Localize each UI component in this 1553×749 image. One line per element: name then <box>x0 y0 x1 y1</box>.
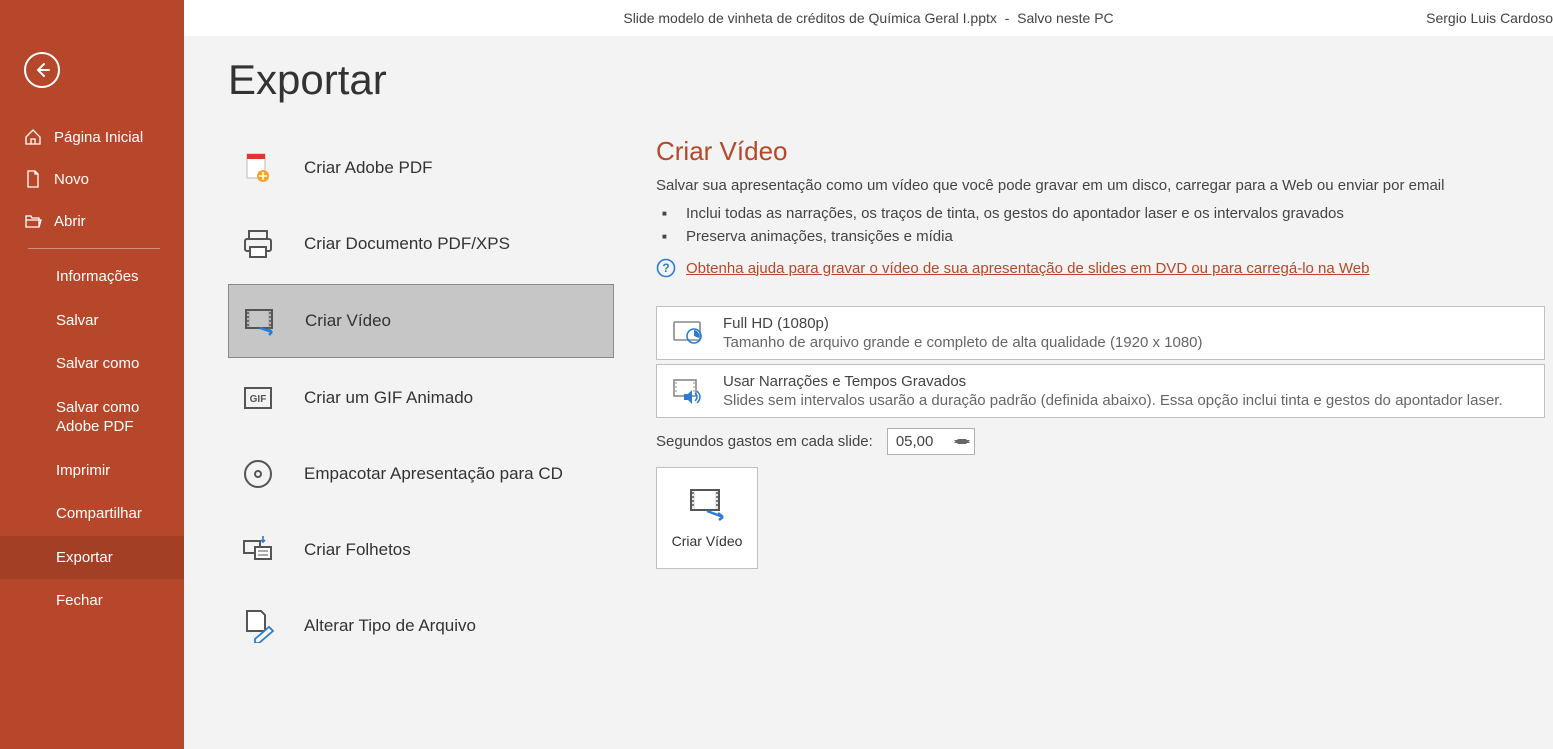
seconds-value: 05,00 <box>896 433 934 450</box>
handouts-icon <box>240 532 276 568</box>
document-title: Slide modelo de vinheta de créditos de Q… <box>623 10 1113 26</box>
export-create-video-label: Criar Vídeo <box>305 311 391 331</box>
narrations-dropdown[interactable]: Usar Narrações e Tempos Gravados Slides … <box>656 364 1545 418</box>
seconds-spinner[interactable]: 05,00 <box>887 428 975 455</box>
export-create-video[interactable]: Criar Vídeo <box>228 284 614 358</box>
sidebar-export[interactable]: Exportar <box>0 536 184 580</box>
svg-text:?: ? <box>662 261 669 275</box>
sidebar-save-as-adobe[interactable]: Salvar como Adobe PDF <box>0 386 184 449</box>
sidebar-new[interactable]: Novo <box>0 158 184 200</box>
quality-title: Full HD (1080p) <box>723 315 1203 332</box>
sidebar-new-label: Novo <box>54 171 89 188</box>
export-adobe-pdf-label: Criar Adobe PDF <box>304 158 433 178</box>
quality-dropdown[interactable]: Full HD (1080p) Tamanho de arquivo grand… <box>656 306 1545 360</box>
change-type-icon <box>240 608 276 644</box>
sidebar-home[interactable]: Página Inicial <box>0 116 184 158</box>
detail-bullet-list: Inclui todas as narrações, os traços de … <box>656 202 1545 248</box>
detail-bullet-2: Preserva animações, transições e mídia <box>686 225 1545 248</box>
sidebar-divider <box>28 248 160 249</box>
narrations-text: Usar Narrações e Tempos Gravados Slides … <box>723 373 1503 409</box>
svg-text:GIF: GIF <box>250 394 267 405</box>
save-status: Salvo neste PC <box>1017 10 1114 26</box>
export-handouts-label: Criar Folhetos <box>304 540 411 560</box>
user-name[interactable]: Sergio Luis Cardoso <box>1426 10 1553 26</box>
export-handouts[interactable]: Criar Folhetos <box>228 514 614 586</box>
help-link[interactable]: Obtenha ajuda para gravar o vídeo de sua… <box>686 260 1369 277</box>
page-title: Exportar <box>228 56 1553 104</box>
backstage-sidebar: Página Inicial Novo Abrir Informações Sa… <box>0 0 184 749</box>
export-adobe-pdf[interactable]: Criar Adobe PDF <box>228 132 614 204</box>
printer-icon <box>240 226 276 262</box>
export-gif-label: Criar um GIF Animado <box>304 388 473 408</box>
narrations-sub: Slides sem intervalos usarão a duração p… <box>723 392 1503 409</box>
video-icon <box>241 303 277 339</box>
create-video-button-label: Criar Vídeo <box>672 533 743 549</box>
arrow-left-icon <box>33 61 51 79</box>
seconds-row: Segundos gastos em cada slide: 05,00 <box>656 428 1545 455</box>
sidebar-home-label: Página Inicial <box>54 129 143 146</box>
home-icon <box>24 128 42 146</box>
sidebar-share[interactable]: Compartilhar <box>0 492 184 536</box>
export-pdf-xps[interactable]: Criar Documento PDF/XPS <box>228 208 614 280</box>
sidebar-print[interactable]: Imprimir <box>0 449 184 493</box>
sidebar-close[interactable]: Fechar <box>0 579 184 623</box>
adobe-pdf-icon <box>240 150 276 186</box>
export-pdf-xps-label: Criar Documento PDF/XPS <box>304 234 510 254</box>
titlebar: Slide modelo de vinheta de créditos de Q… <box>184 0 1553 36</box>
folder-open-icon <box>24 212 42 230</box>
create-video-icon <box>687 487 727 521</box>
export-options-list: Criar Adobe PDF Criar Documento PDF/XPS … <box>228 132 614 662</box>
narration-icon <box>671 375 703 407</box>
quality-text: Full HD (1080p) Tamanho de arquivo grand… <box>723 315 1203 351</box>
narrations-title: Usar Narrações e Tempos Gravados <box>723 373 1503 390</box>
main-content: Exportar Criar Adobe PDF Criar Documento… <box>184 36 1553 749</box>
gif-icon: GIF <box>240 380 276 416</box>
sidebar-open-label: Abrir <box>54 213 86 230</box>
detail-description: Salvar sua apresentação como um vídeo qu… <box>656 177 1545 194</box>
detail-title: Criar Vídeo <box>656 136 1545 167</box>
doc-name: Slide modelo de vinheta de créditos de Q… <box>623 10 997 26</box>
sidebar-save[interactable]: Salvar <box>0 299 184 343</box>
export-gif[interactable]: GIF Criar um GIF Animado <box>228 362 614 434</box>
export-package-cd-label: Empacotar Apresentação para CD <box>304 464 563 484</box>
help-icon: ? <box>656 258 676 278</box>
seconds-label: Segundos gastos em cada slide: <box>656 433 873 450</box>
export-change-type-label: Alterar Tipo de Arquivo <box>304 616 476 636</box>
create-video-button[interactable]: Criar Vídeo <box>656 467 758 569</box>
export-change-type[interactable]: Alterar Tipo de Arquivo <box>228 590 614 662</box>
sidebar-save-as[interactable]: Salvar como <box>0 342 184 386</box>
cd-icon <box>240 456 276 492</box>
monitor-icon <box>671 317 703 349</box>
quality-sub: Tamanho de arquivo grande e completo de … <box>723 334 1203 351</box>
sidebar-info[interactable]: Informações <box>0 255 184 299</box>
detail-pane: Criar Vídeo Salvar sua apresentação como… <box>656 136 1553 569</box>
document-icon <box>24 170 42 188</box>
back-button[interactable] <box>24 52 60 88</box>
export-package-cd[interactable]: Empacotar Apresentação para CD <box>228 438 614 510</box>
detail-bullet-1: Inclui todas as narrações, os traços de … <box>686 202 1545 225</box>
sidebar-open[interactable]: Abrir <box>0 200 184 242</box>
help-link-row: ? Obtenha ajuda para gravar o vídeo de s… <box>656 258 1545 278</box>
